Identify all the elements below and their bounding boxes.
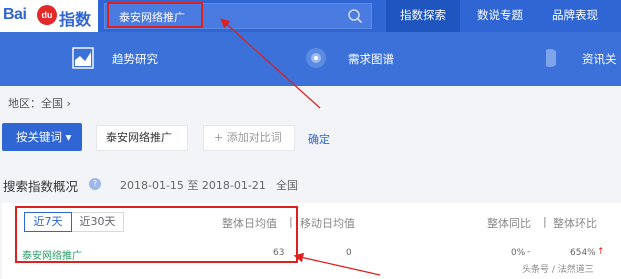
header-yoy: 整体同比 (487, 217, 531, 230)
tab-news-relations[interactable]: 资讯关 (536, 32, 621, 86)
baidu-paw-icon: du (37, 5, 57, 25)
search-index-overview-title: 搜索指数概况 (3, 179, 79, 194)
cell-yoy: 0% (511, 248, 526, 258)
header-separator: | (543, 215, 547, 228)
nav-data-topics[interactable]: 数说专题 (463, 0, 537, 32)
trend-chart-icon (72, 47, 94, 69)
tab-news-relations-label: 资讯关 (582, 52, 617, 66)
tab-trend-research[interactable]: 趋势研究 (60, 32, 200, 86)
demand-graph-icon (306, 48, 326, 68)
logo-bai-text: Bai (3, 6, 27, 23)
keyword-mode-button[interactable]: 按关键词 ▾ (2, 123, 82, 151)
keyword-chip[interactable]: 泰安网络推广 (96, 125, 188, 151)
baidu-index-logo[interactable]: Bai du 指数 (0, 0, 98, 32)
confirm-button[interactable]: 确定 (308, 131, 330, 147)
watermark: 头条号 / 法然道三 (522, 265, 594, 275)
tab-trend-research-label: 趋势研究 (112, 52, 158, 66)
header-mobile-daily-avg: 移动日均值 (300, 217, 355, 230)
yoy-flat-icon: - (527, 247, 531, 257)
mom-up-arrow-icon: ↑ (597, 247, 605, 257)
table-highlight-box (15, 206, 298, 263)
date-range: 2018-01-15 至 2018-01-21 (120, 179, 266, 192)
logo-zhishu-text: 指数 (59, 10, 92, 29)
secondary-navigation-bar: 趋势研究 需求图谱 资讯关 (0, 32, 621, 86)
search-icon[interactable] (347, 8, 363, 24)
area-label: 全国 (276, 179, 298, 192)
region-breadcrumb[interactable]: 地区：全国 › (8, 95, 71, 111)
nav-brand-performance[interactable]: 品牌表现 (538, 0, 612, 32)
news-icon (538, 46, 556, 70)
tab-demand-graph-label: 需求图谱 (348, 52, 394, 66)
top-navigation-bar: Bai du 指数 泰安网络推广 指数探索 数说专题 品牌表现 (0, 0, 621, 32)
baidu-index-page: Bai du 指数 泰安网络推广 指数探索 数说专题 品牌表现 趋势研究 需求图… (0, 0, 621, 279)
add-compare-keyword-button[interactable]: + 添加对比词 (203, 125, 295, 151)
search-highlight-box (107, 2, 203, 28)
header-mom: 整体环比 (553, 217, 597, 230)
help-icon[interactable]: ? (89, 178, 101, 190)
nav-index-explore[interactable]: 指数探索 (386, 0, 460, 32)
tab-demand-graph[interactable]: 需求图谱 (300, 32, 420, 86)
cell-mom: 654% (570, 248, 596, 258)
cell-mobile-avg: 0 (346, 248, 352, 258)
